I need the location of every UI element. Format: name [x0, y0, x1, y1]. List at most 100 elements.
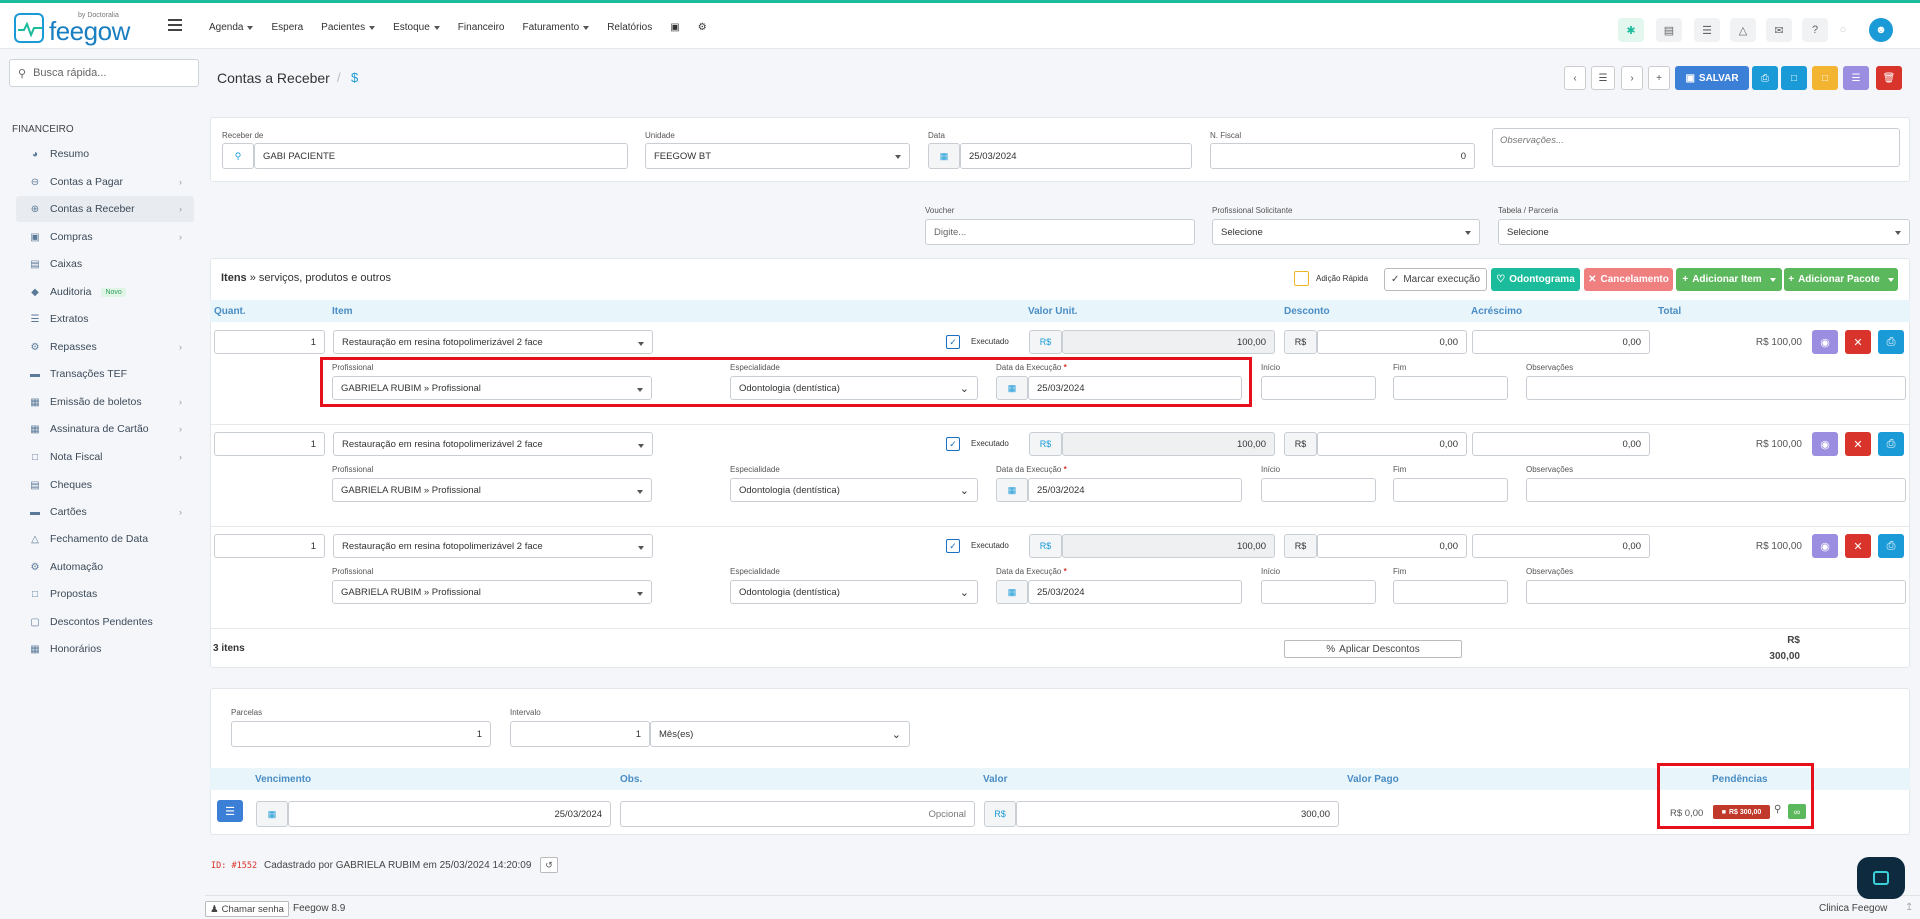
inicio-input[interactable] — [1261, 580, 1376, 604]
adicionar-pacote-button[interactable]: + Adicionar Pacote — [1784, 268, 1898, 291]
profissional-solicitante-select[interactable]: Selecione — [1212, 219, 1480, 245]
item-select[interactable]: Restauração em resina fotopolimerizável … — [333, 330, 653, 354]
sidebar-item-propostas[interactable]: □ Propostas — [16, 581, 194, 607]
save-button[interactable]: ▣ SALVAR — [1675, 66, 1749, 90]
voucher-input[interactable]: Digite... — [925, 219, 1195, 245]
inicio-input[interactable] — [1261, 478, 1376, 502]
parcelas-input[interactable]: 1 — [231, 721, 491, 747]
quant-input[interactable]: 1 — [214, 432, 325, 456]
history-icon[interactable]: ↺ — [540, 857, 558, 873]
item-select[interactable]: Restauração em resina fotopolimerizável … — [333, 432, 653, 456]
receber-de-input[interactable]: GABI PACIENTE — [254, 143, 628, 169]
sidebar-item-descontos-pendentes[interactable]: ▢ Descontos Pendentes — [16, 609, 194, 635]
print-item-button[interactable]: ⎙ — [1878, 534, 1904, 558]
delete-button[interactable]: 🗑 — [1876, 66, 1902, 90]
user-avatar-icon[interactable]: ☻ — [1869, 18, 1893, 42]
fim-input[interactable] — [1393, 580, 1508, 604]
calendar-icon[interactable]: ▦ — [996, 580, 1028, 604]
nav-financeiro[interactable]: Financeiro — [458, 22, 505, 33]
nav-faturamento[interactable]: Faturamento — [523, 22, 590, 33]
document-button[interactable]: □ — [1781, 66, 1807, 90]
tabela-parceria-select[interactable]: Selecione — [1498, 219, 1910, 245]
nav-estoque[interactable]: Estoque — [393, 22, 440, 33]
remove-item-button[interactable]: ✕ — [1845, 432, 1871, 456]
quant-input[interactable]: 1 — [214, 534, 325, 558]
data-execucao-input[interactable]: 25/03/2024 — [1028, 580, 1242, 604]
bell-icon[interactable]: △ — [1730, 18, 1756, 42]
item-observacoes-input[interactable] — [1526, 580, 1906, 604]
nav-agenda[interactable]: Agenda — [209, 22, 254, 33]
valor-input[interactable]: 300,00 — [1016, 801, 1339, 827]
acrescimo-input[interactable]: 0,00 — [1472, 330, 1650, 354]
valor-unit-input[interactable]: 100,00 — [1062, 330, 1275, 354]
data-execucao-input[interactable]: 25/03/2024 — [1028, 478, 1242, 502]
sidebar-item-contas-a-pagar[interactable]: ⊖ Contas a Pagar › — [16, 169, 194, 195]
parcela-menu-button[interactable]: ☰ — [217, 800, 243, 822]
executado-checkbox[interactable]: ✓ — [946, 335, 960, 349]
acrescimo-input[interactable]: 0,00 — [1472, 432, 1650, 456]
nfiscal-input[interactable]: 0 — [1210, 143, 1475, 169]
calendar-icon[interactable]: ▦ — [928, 143, 960, 169]
add-new-button[interactable]: + — [1648, 66, 1670, 90]
desconto-input[interactable]: 0,00 — [1317, 534, 1467, 558]
item-observacoes-input[interactable] — [1526, 376, 1906, 400]
profissional-select[interactable]: GABRIELA RUBIM » Profissional — [332, 478, 652, 502]
nav-espera[interactable]: Espera — [271, 22, 303, 33]
gear-icon[interactable]: ⚙ — [698, 22, 707, 33]
odontograma-button[interactable]: ♡ Odontograma — [1491, 268, 1580, 291]
executado-checkbox[interactable]: ✓ — [946, 539, 960, 553]
star-icon[interactable]: ✱ — [1618, 18, 1644, 42]
profissional-select[interactable]: GABRIELA RUBIM » Profissional — [332, 580, 652, 604]
especialidade-select[interactable]: Odontologia (dentística) ⌄ — [730, 478, 978, 502]
scroll-top-icon[interactable]: ↥ — [1905, 902, 1913, 913]
intervalo-unit-select[interactable]: Mês(es) ⌄ — [650, 721, 910, 747]
inbox-icon[interactable]: ▤ — [1656, 18, 1682, 42]
especialidade-select[interactable]: Odontologia (dentística) ⌄ — [730, 580, 978, 604]
sidebar-item-honor-rios[interactable]: ▦ Honorários — [16, 636, 194, 662]
sidebar-item-assinatura-de-cart-o[interactable]: ▦ Assinatura de Cartão › — [16, 416, 194, 442]
remove-item-button[interactable]: ✕ — [1845, 330, 1871, 354]
database-icon[interactable]: ▣ — [670, 22, 679, 33]
nav-pacientes[interactable]: Pacientes — [321, 22, 376, 33]
intervalo-input[interactable]: 1 — [510, 721, 650, 747]
nav-relatorios[interactable]: Relatórios — [607, 22, 652, 33]
sidebar-item-automa-o[interactable]: ⚙ Automação — [16, 554, 194, 580]
sidebar-item-auditoria[interactable]: ◆ Auditoria Novo — [16, 279, 194, 305]
executado-checkbox[interactable]: ✓ — [946, 437, 960, 451]
sidebar-item-contas-a-receber[interactable]: ⊕ Contas a Receber › — [16, 196, 194, 222]
print-button[interactable]: ⎙ — [1752, 66, 1778, 90]
sidebar-item-resumo[interactable]: ◕ Resumo — [16, 141, 194, 167]
next-button[interactable]: › — [1621, 66, 1643, 90]
sidebar-item-nota-fiscal[interactable]: □ Nota Fiscal › — [16, 444, 194, 470]
checklist-icon[interactable]: ☰ — [1694, 18, 1720, 42]
data-input[interactable]: 25/03/2024 — [960, 143, 1192, 169]
search-icon[interactable]: ⚲ — [222, 143, 254, 169]
list-view-button[interactable]: ☰ — [1591, 66, 1615, 90]
sidebar-item-repasses[interactable]: ⚙ Repasses › — [16, 334, 194, 360]
desconto-input[interactable]: 0,00 — [1317, 330, 1467, 354]
print-item-button[interactable]: ⎙ — [1878, 432, 1904, 456]
fim-input[interactable] — [1393, 478, 1508, 502]
aplicar-descontos-button[interactable]: % Aplicar Descontos — [1284, 640, 1462, 658]
camera-icon[interactable]: ◉ — [1812, 534, 1838, 558]
feegow-logo[interactable]: feegow by Doctoralia — [14, 12, 154, 46]
valor-unit-input[interactable]: 100,00 — [1062, 534, 1275, 558]
sidebar-item-cart-es[interactable]: ▬ Cartões › — [16, 499, 194, 525]
quick-search-input[interactable]: ⚲ Busca rápida... — [9, 59, 199, 87]
observacoes-textarea[interactable]: Observações... — [1492, 128, 1900, 167]
chat-icon[interactable]: ✉ — [1766, 18, 1792, 42]
sidebar-item-extratos[interactable]: ☰ Extratos — [16, 306, 194, 332]
help-icon[interactable]: ? — [1802, 18, 1828, 42]
valor-unit-input[interactable]: 100,00 — [1062, 432, 1275, 456]
cancelamento-button[interactable]: ✕ Cancelamento — [1584, 268, 1673, 291]
quant-input[interactable]: 1 — [214, 330, 325, 354]
obs-input[interactable]: Opcional — [620, 801, 975, 827]
chat-widget-button[interactable] — [1857, 857, 1905, 899]
remove-item-button[interactable]: ✕ — [1845, 534, 1871, 558]
marcar-execucao-button[interactable]: ✓ Marcar execução — [1384, 268, 1487, 291]
sidebar-item-cheques[interactable]: ▤ Cheques — [16, 472, 194, 498]
fim-input[interactable] — [1393, 376, 1508, 400]
sidebar-item-emiss-o-de-boletos[interactable]: ▦ Emissão de boletos › — [16, 389, 194, 415]
acrescimo-input[interactable]: 0,00 — [1472, 534, 1650, 558]
sidebar-item-caixas[interactable]: ▤ Caixas — [16, 251, 194, 277]
